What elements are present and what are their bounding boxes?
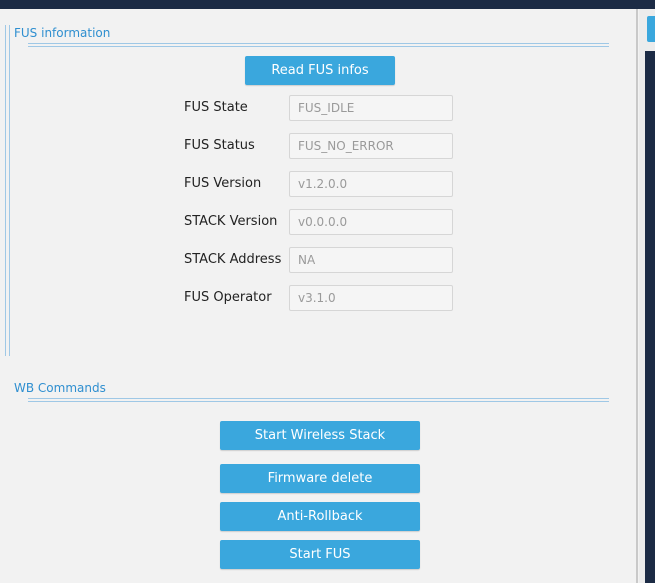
read-fus-infos-button[interactable]: Read FUS infos [245, 56, 395, 85]
anti-rollback-button[interactable]: Anti-Rollback [220, 502, 420, 531]
section-border-left [5, 25, 10, 356]
main-panel: FUS information Read FUS infos FUS State… [0, 9, 632, 583]
fus-state-label: FUS State [184, 100, 248, 115]
fus-state-field[interactable]: FUS_IDLE [289, 95, 453, 121]
fus-information-title: FUS information [14, 26, 111, 40]
fus-version-field[interactable]: v1.2.0.0 [289, 171, 453, 197]
stack-version-field[interactable]: v0.0.0.0 [289, 209, 453, 235]
right-panel-info-pane: – S P P M A P S S D E T P [645, 51, 655, 583]
stack-version-label: STACK Version [184, 214, 278, 229]
fus-status-field[interactable]: FUS_NO_ERROR [289, 133, 453, 159]
firmware-delete-button[interactable]: Firmware delete [220, 464, 420, 493]
right-panel-button[interactable] [647, 16, 655, 42]
start-fus-button[interactable]: Start FUS [220, 540, 420, 569]
panel-divider[interactable] [636, 9, 638, 583]
fus-status-label: FUS Status [184, 138, 255, 153]
wb-commands-title: WB Commands [14, 381, 106, 395]
fus-version-label: FUS Version [184, 176, 262, 191]
right-side-panel: – S P P M A P S S D E T P [639, 9, 655, 583]
start-wireless-stack-button[interactable]: Start Wireless Stack [220, 421, 420, 450]
fus-operator-field[interactable]: v3.1.0 [289, 285, 453, 311]
stack-address-field[interactable]: NA [289, 247, 453, 273]
top-bar [0, 0, 655, 9]
fus-operator-label: FUS Operator [184, 290, 272, 305]
stack-address-label: STACK Address [184, 252, 282, 267]
section-rule [28, 398, 609, 402]
section-rule [28, 43, 609, 47]
